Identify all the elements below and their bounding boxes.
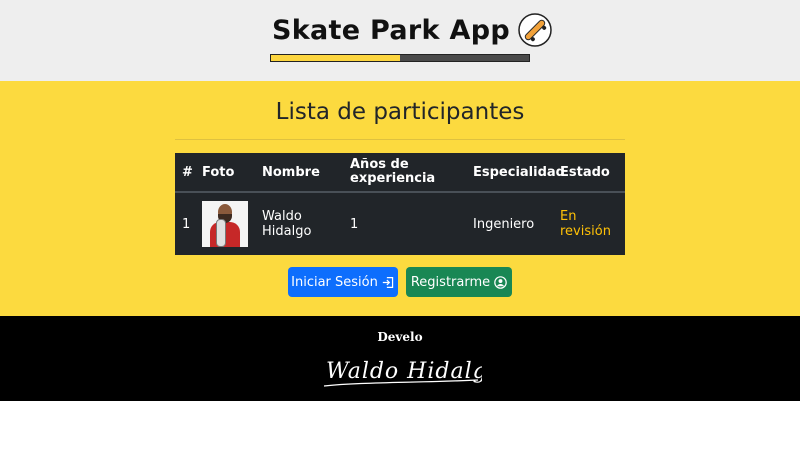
sign-in-icon (382, 276, 394, 288)
participants-table: # Foto Nombre Años de experiencia Especi… (175, 153, 625, 255)
column-header-photo: Foto (202, 164, 235, 180)
app-brand: Skate Park App (272, 12, 552, 48)
divider (175, 139, 625, 140)
page-title: Lista de participantes (275, 99, 525, 125)
column-header-experience: Años de experiencia (350, 157, 436, 186)
register-button-label: Registrarme (410, 274, 491, 290)
column-header-specialty: Especialidad (473, 164, 565, 180)
header: Skate Park App (0, 0, 800, 81)
login-button-label: Iniciar Sesión (291, 274, 378, 290)
signature: Waldo Hidalgo (323, 359, 482, 387)
participant-specialty: Ingeniero (473, 216, 535, 232)
participant-status: En revisión (560, 209, 611, 239)
column-header-number: # (182, 164, 193, 180)
participant-photo-cell (202, 193, 252, 255)
user-circle-icon (494, 275, 507, 289)
app-title: Skate Park App (272, 14, 510, 46)
table-row: 1 Waldo Hidalgo 1 Ingeniero En revisión (175, 193, 625, 255)
footer-label: Develo (377, 330, 423, 344)
register-button[interactable]: Registrarme (406, 267, 512, 297)
row-number: 1 (182, 216, 191, 232)
login-button[interactable]: Iniciar Sesión (288, 267, 398, 297)
column-header-status: Estado (560, 164, 610, 180)
progress-bar-fill (271, 55, 400, 61)
column-header-name: Nombre (262, 164, 320, 180)
footer: Develo Waldo Hidalgo (0, 316, 800, 401)
skateboard-icon (518, 13, 552, 47)
table-header: # Foto Nombre Años de experiencia Especi… (175, 153, 625, 193)
participant-name: Waldo Hidalgo (262, 209, 312, 239)
participant-experience: 1 (350, 216, 359, 232)
main-section: Lista de participantes # Foto Nombre Año… (0, 81, 800, 316)
progress-bar (270, 54, 530, 62)
participant-photo (202, 201, 248, 247)
